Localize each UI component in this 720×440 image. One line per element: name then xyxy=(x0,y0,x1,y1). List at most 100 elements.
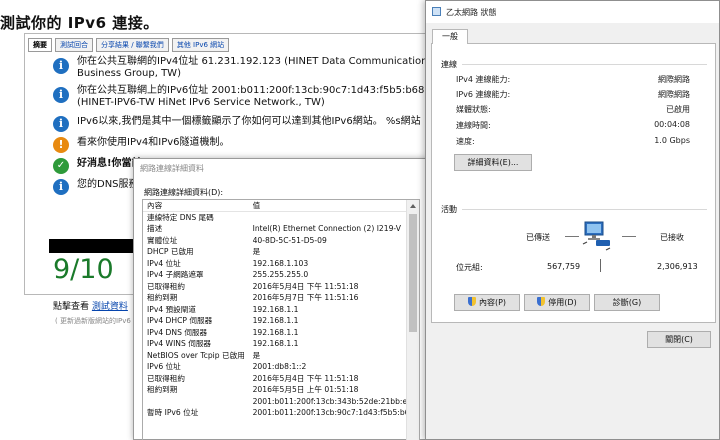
uac-shield-icon xyxy=(537,297,546,306)
scrollbar-thumb[interactable] xyxy=(409,214,417,332)
details-header-row: 內容 值 xyxy=(143,200,406,212)
info-icon: i xyxy=(53,116,69,132)
uac-shield-icon xyxy=(467,297,476,306)
details-row[interactable]: IPv6 位址 2001:db8:1::2 xyxy=(143,361,406,373)
bytes-label: 位元組: xyxy=(456,263,483,272)
result-text: 好消息!你當前 xyxy=(77,158,142,169)
disable-button[interactable]: 停用(D) xyxy=(524,294,590,311)
tab-share-results[interactable]: 分享結果 / 聯繫我們 xyxy=(96,38,169,52)
duration-label: 連線時間: xyxy=(456,121,491,130)
details-row[interactable]: IPv4 子網路遮罩 255.255.255.0 xyxy=(143,269,406,281)
details-list-label: 網路連線詳細資料(D): xyxy=(144,188,224,197)
vertical-scrollbar[interactable] xyxy=(406,200,419,440)
bytes-received-value: 2,306,913 xyxy=(657,262,698,271)
result-item-ipv6: i 你在公共互聯網上的IPv6位址 2001:b011:200f:13cb:90… xyxy=(53,85,433,109)
column-header-value[interactable]: 值 xyxy=(253,200,406,211)
details-row[interactable]: 已取得租約 2016年5月4日 下午 11:51:18 xyxy=(143,281,406,293)
details-row-property: IPv4 DHCP 伺服器 xyxy=(147,316,213,325)
scroll-up-arrow-icon[interactable] xyxy=(410,204,416,208)
results-tabbar: 摘要 測試回合 分享結果 / 聯繫我們 其他 IPv6 網站 xyxy=(28,38,230,52)
activity-group-line xyxy=(462,209,707,210)
details-row[interactable]: IPv4 WINS 伺服器 192.168.1.1 xyxy=(143,338,406,350)
details-row-value: 192.168.1.1 xyxy=(252,316,299,325)
test-data-link[interactable]: 測試資料 xyxy=(92,302,128,312)
column-header-property[interactable]: 內容 xyxy=(143,200,253,211)
details-row-property: 租約到期 xyxy=(147,385,178,394)
close-button[interactable]: 關閉(C) xyxy=(647,331,711,348)
details-row-property: IPv4 子網路遮罩 xyxy=(147,270,204,279)
details-row-value: 2016年5月4日 下午 11:51:18 xyxy=(252,281,359,291)
tab-general[interactable]: 一般 xyxy=(432,29,468,44)
details-row[interactable]: 已取得租約 2016年5月4日 下午 11:51:18 xyxy=(143,373,406,385)
details-row-value: 192.168.1.1 xyxy=(252,304,299,314)
details-row[interactable]: 描述 Intel(R) Ethernet Connection (2) I219-… xyxy=(143,223,406,235)
received-label: 已接收 xyxy=(660,233,684,242)
details-row-value: 255.255.255.0 xyxy=(252,270,309,279)
details-button[interactable]: 詳細資料(E)... xyxy=(454,154,532,171)
dialog-title: 網路連線詳細資料 xyxy=(140,164,204,173)
details-row[interactable]: 租約到期 2016年5月7日 下午 11:51:16 xyxy=(143,292,406,304)
details-row-value: 192.168.1.103 xyxy=(252,258,309,268)
details-row-property: IPv6 位址 xyxy=(147,362,181,371)
details-row[interactable]: IPv4 位址 192.168.1.103 xyxy=(143,258,406,270)
result-text: 看來你使用IPv4和IPv6隧道機制。 xyxy=(77,137,230,148)
check-icon: ✓ xyxy=(53,158,69,174)
details-row-property: DHCP 已啟用 xyxy=(147,247,194,256)
info-icon: i xyxy=(53,179,69,195)
ipv4-connectivity-label: IPv4 連線能力: xyxy=(456,75,511,84)
details-row-property: IPv4 DNS 伺服器 xyxy=(147,327,208,337)
connection-group-line xyxy=(462,64,707,65)
report-line: 點擊查看 測試資料 xyxy=(53,299,128,312)
warning-icon: ! xyxy=(53,137,69,153)
duration-value: 00:04:08 xyxy=(654,120,690,129)
details-row-property: 已取得租約 xyxy=(147,373,185,383)
details-row-value: 2016年5月4日 下午 11:51:18 xyxy=(252,373,359,383)
details-row[interactable]: DHCP 已啟用 是 xyxy=(143,246,406,258)
details-table[interactable]: 內容 值 連線特定 DNS 尾碼 描述 Intel(R) Ethernet Conn… xyxy=(142,199,420,440)
details-row-value: 2001:b011:200f:13cb:90c7:1d43:f5b5:b6 xyxy=(252,408,406,417)
details-row[interactable]: 暫時 IPv6 位址 2001:b011:200f:13cb:90c7:1d43:… xyxy=(143,407,406,419)
info-icon: i xyxy=(53,87,69,103)
ethernet-status-window: 乙太網路 狀態 一般 連線 IPv4 連線能力: 網際網路 IPv6 連線能力:… xyxy=(425,0,720,440)
tab-summary[interactable]: 摘要 xyxy=(28,38,52,52)
details-row-value: 192.168.1.1 xyxy=(252,327,299,337)
details-row-property: 描述 xyxy=(147,224,163,233)
details-row-value: 2016年5月5日 上午 01:51:18 xyxy=(252,385,359,394)
sent-label: 已傳送 xyxy=(526,233,550,242)
details-row-value: 2001:b011:200f:13cb:343b:52de:21bb:e xyxy=(252,396,406,406)
details-row-property: IPv4 預設閘道 xyxy=(147,304,196,314)
readiness-score: 9/10 xyxy=(53,254,114,285)
details-row[interactable]: IPv4 DHCP 伺服器 192.168.1.1 xyxy=(143,315,406,327)
disable-button-label: 停用(D) xyxy=(548,298,577,307)
window-titlebar: 乙太網路 狀態 xyxy=(426,1,719,23)
diagnose-button[interactable]: 診斷(G) xyxy=(594,294,660,311)
details-row[interactable]: IPv4 預設閘道 192.168.1.1 xyxy=(143,304,406,316)
ipv6-connectivity-value: 網際網路 xyxy=(658,90,690,99)
details-row-property xyxy=(143,396,253,408)
result-item-ipv4: i 你在公共互聯網的IPv4位址 61.231.192.123 (HINET D… xyxy=(53,56,433,80)
tab-test-run[interactable]: 測試回合 xyxy=(55,38,93,52)
activity-dash-left xyxy=(565,236,579,237)
result-text: IPv6以來,我們是其中一個標籤顯示了你如何可以達到其他IPv6網站。 %s網站 xyxy=(77,116,421,127)
details-row-value xyxy=(253,212,406,224)
details-row-property: IPv4 位址 xyxy=(147,258,181,268)
network-app-icon xyxy=(432,7,441,16)
details-row[interactable]: IPv4 DNS 伺服器 192.168.1.1 xyxy=(143,327,406,339)
details-row[interactable]: 租約到期 2016年5月5日 上午 01:51:18 xyxy=(143,384,406,396)
details-row[interactable]: 2001:b011:200f:13cb:343b:52de:21bb:e xyxy=(143,396,406,408)
details-row-property: 實體位址 xyxy=(147,235,178,245)
info-icon: i xyxy=(53,58,69,74)
details-row[interactable]: 實體位址 40-8D-5C-51-D5-09 xyxy=(143,235,406,247)
details-row-property: 已取得租約 xyxy=(147,281,185,291)
tab-other-ipv6-sites[interactable]: 其他 IPv6 網站 xyxy=(171,38,230,52)
activity-group-label: 活動 xyxy=(441,205,457,214)
details-rows: 連線特定 DNS 尾碼 描述 Intel(R) Ethernet Connectio… xyxy=(143,212,406,419)
ipv4-connectivity-value: 網際網路 xyxy=(658,75,690,84)
general-panel: 連線 IPv4 連線能力: 網際網路 IPv6 連線能力: 網際網路 媒體狀態:… xyxy=(431,43,716,323)
details-row-property: 連線特定 DNS 尾碼 xyxy=(147,212,214,222)
properties-button[interactable]: 內容(P) xyxy=(454,294,520,311)
details-row-value: 是 xyxy=(252,247,261,256)
details-row[interactable]: 連線特定 DNS 尾碼 xyxy=(143,212,406,224)
activity-divider xyxy=(600,259,601,272)
details-row[interactable]: NetBIOS over Tcpip 已啟用是 xyxy=(143,350,406,362)
